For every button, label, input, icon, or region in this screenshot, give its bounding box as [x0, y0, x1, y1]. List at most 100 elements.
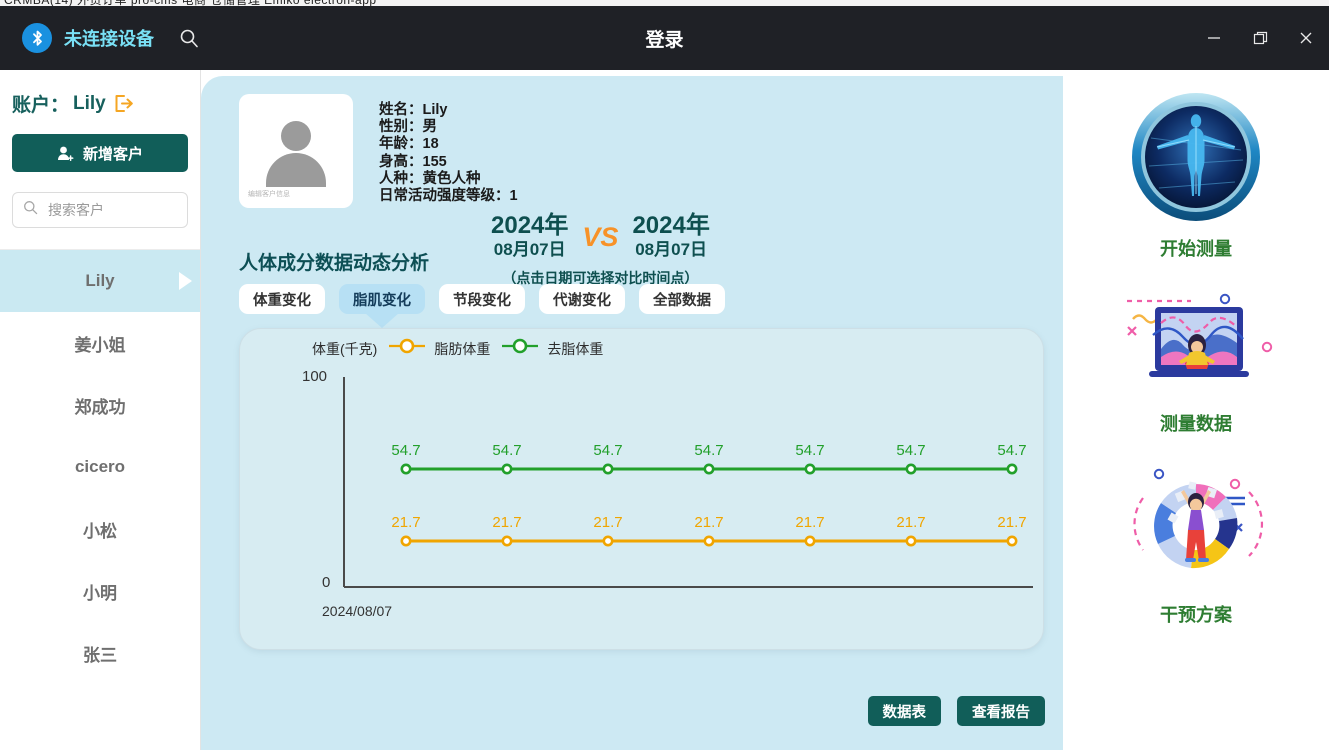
app-window: CRMBA(14) 外贸订单 pro-cms 电商 仓储管理 Emiko ele…: [0, 0, 1329, 750]
measurement-data-label: 测量数据: [1160, 414, 1232, 434]
title-bar: 未连接设备 登录: [0, 6, 1329, 70]
profile-field-height: 身高：155: [379, 153, 447, 170]
search-icon[interactable]: [176, 25, 202, 51]
tab-metabolism-change[interactable]: 代谢变化: [539, 284, 625, 314]
chart-legend: 体重(千克) 脂肪体重 去脂体重: [240, 329, 1043, 359]
search-icon: [23, 200, 38, 220]
customer-list: Lily 姜小姐 郑成功 cicero 小松 小明 张三: [0, 249, 200, 684]
profile-section: 编辑客户信息 姓名：Lily 性别：男 年龄：18 身高：155 人种：黄色人种…: [201, 76, 1063, 208]
svg-text:21.7: 21.7: [492, 514, 521, 531]
avatar-placeholder-icon: [260, 121, 332, 187]
list-item[interactable]: 张三: [0, 622, 200, 684]
profile-field-gender: 性别：男: [379, 119, 437, 136]
customer-name: 郑成功: [74, 397, 126, 417]
chart-ylabel: 体重(千克): [312, 340, 378, 357]
series-fat: 21.7 21.7 21.7 21.7 21.7 21.7 21.7: [391, 514, 1027, 547]
legend-label-lean: 去脂体重: [547, 340, 604, 357]
account-row: 账户： Lily: [0, 70, 200, 117]
series-lean: 54.7 54.7 54.7 54.7 54.7 54.7 54.7: [391, 442, 1027, 475]
list-item[interactable]: 小明: [0, 560, 200, 622]
logout-icon[interactable]: [113, 93, 134, 114]
date-left-monthday: 08月07日: [493, 240, 566, 259]
svg-text:54.7: 54.7: [391, 442, 420, 459]
customer-name: 小松: [83, 521, 117, 541]
intervention-plan-label: 干预方案: [1160, 605, 1232, 625]
intervention-plan-item[interactable]: 干预方案: [1063, 436, 1329, 627]
start-measurement-item[interactable]: 开始测量: [1063, 70, 1329, 261]
date-right-year: 2024年: [632, 212, 710, 239]
list-item[interactable]: cicero: [0, 436, 200, 498]
legend-item-fat: 脂肪体重: [389, 338, 490, 359]
account-name: Lily: [73, 92, 106, 114]
sidebar: 账户： Lily 新增客户 Lily 姜小姐 郑成功 cic: [0, 70, 201, 750]
date-right-monthday: 08月07日: [635, 240, 708, 259]
measurement-data-icon: [1127, 293, 1273, 377]
add-customer-button[interactable]: 新增客户: [12, 134, 188, 172]
svg-text:21.7: 21.7: [694, 514, 723, 531]
legend-marker-orange-icon: [389, 338, 426, 359]
account-label: 账户：: [12, 95, 70, 116]
svg-text:21.7: 21.7: [896, 514, 925, 531]
customer-name: cicero: [74, 457, 126, 476]
date-left[interactable]: 2024年 08月07日: [491, 212, 568, 261]
customer-search-box[interactable]: [12, 192, 188, 228]
svg-text:21.7: 21.7: [391, 514, 420, 531]
legend-marker-green-icon: [502, 338, 539, 359]
chart-card: 体重(千克) 脂肪体重 去脂体重 100 0 2024/08/07 54.7 5…: [239, 328, 1044, 650]
customer-name: 张三: [83, 645, 117, 665]
add-user-icon: [57, 145, 75, 161]
list-item[interactable]: 郑成功: [0, 374, 200, 436]
tab-weight-change[interactable]: 体重变化: [239, 284, 325, 314]
close-button[interactable]: [1283, 6, 1329, 70]
body-scan-icon: [1132, 93, 1260, 221]
search-input[interactable]: [46, 201, 177, 219]
tab-label: 全部数据: [653, 292, 711, 309]
action-buttons: 数据表 查看报告: [852, 696, 1045, 726]
tab-label: 体重变化: [253, 292, 311, 309]
date-right[interactable]: 2024年 08月07日: [632, 212, 709, 261]
tab-fat-muscle-change[interactable]: 脂肌变化: [339, 284, 425, 314]
customer-name: 姜小姐: [74, 335, 126, 355]
profile-field-race: 人种：黄色人种: [379, 170, 481, 187]
chevron-right-icon: [179, 272, 192, 290]
measurement-data-item[interactable]: 测量数据: [1063, 261, 1329, 436]
svg-text:54.7: 54.7: [795, 442, 824, 459]
customer-name: Lily: [85, 271, 115, 290]
profile-field-activity-level: 日常活动强度等级：1: [379, 188, 518, 205]
chart-svg: 54.7 54.7 54.7 54.7 54.7 54.7 54.7 21.7 …: [343, 377, 1033, 588]
list-item[interactable]: 小松: [0, 498, 200, 560]
tab-segment-change[interactable]: 节段变化: [439, 284, 525, 314]
data-table-button[interactable]: 数据表: [867, 696, 941, 726]
tab-all-data[interactable]: 全部数据: [639, 284, 725, 314]
svg-text:21.7: 21.7: [997, 514, 1026, 531]
avatar[interactable]: 编辑客户信息: [239, 94, 353, 208]
window-controls: [1191, 6, 1329, 70]
add-customer-label: 新增客户: [82, 145, 143, 163]
svg-text:54.7: 54.7: [492, 442, 521, 459]
svg-text:54.7: 54.7: [997, 442, 1026, 459]
svg-text:54.7: 54.7: [593, 442, 622, 459]
main-content: 编辑客户信息 姓名：Lily 性别：男 年龄：18 身高：155 人种：黄色人种…: [201, 76, 1063, 750]
analysis-header: 人体成分数据动态分析 2024年 08月07日 VS 2024年 08月07日 …: [201, 208, 1063, 286]
profile-field-age: 年龄：18: [379, 136, 439, 153]
profile-info: 姓名：Lily 性别：男 年龄：18 身高：155 人种：黄色人种 日常活动强度…: [379, 94, 518, 208]
list-item[interactable]: 姜小姐: [0, 312, 200, 374]
device-status-label: 未连接设备: [64, 29, 154, 49]
date-left-year: 2024年: [491, 212, 569, 239]
vs-label: VS: [582, 222, 619, 252]
customer-name: 小明: [83, 583, 117, 603]
profile-field-name: 姓名：Lily: [379, 102, 448, 118]
list-item[interactable]: Lily: [0, 250, 200, 312]
page-title: 人体成分数据动态分析: [239, 253, 430, 274]
date-comparison: 2024年 08月07日 VS 2024年 08月07日 （点击日期可选择对比时…: [491, 212, 710, 286]
restore-icon[interactable]: [1237, 6, 1283, 70]
svg-text:54.7: 54.7: [896, 442, 925, 459]
legend-item-lean: 去脂体重: [502, 338, 603, 359]
view-report-button[interactable]: 查看报告: [957, 696, 1045, 726]
svg-text:21.7: 21.7: [593, 514, 622, 531]
tab-label: 脂肌变化: [353, 292, 411, 309]
bluetooth-icon: [22, 23, 52, 53]
tab-bar: 体重变化 脂肌变化 节段变化 代谢变化 全部数据: [201, 275, 1063, 314]
minimize-button[interactable]: [1191, 6, 1237, 70]
start-measurement-label: 开始测量: [1160, 239, 1232, 259]
